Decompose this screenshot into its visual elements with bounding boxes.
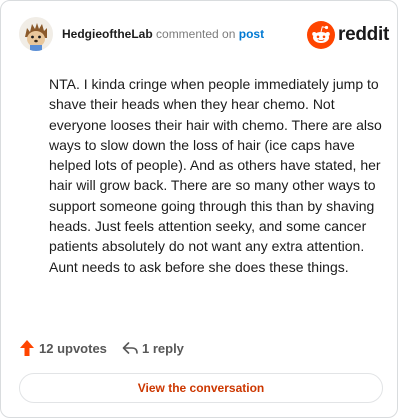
reddit-brand[interactable]: reddit xyxy=(307,21,389,49)
comment-actions: 12 upvotes 1 reply xyxy=(19,337,379,359)
comment-meta: HedgieoftheLab commented on post xyxy=(62,27,264,41)
comment-card: HedgieoftheLab commented on post reddit … xyxy=(0,0,398,418)
hedgehog-avatar-icon xyxy=(19,17,53,51)
upvotes-count: 12 upvotes xyxy=(39,341,107,356)
comment-body: NTA. I kinda cringe when people immediat… xyxy=(49,76,382,275)
reply-arrow-icon xyxy=(122,342,138,354)
username-link[interactable]: HedgieoftheLab xyxy=(62,27,153,41)
replies-count: 1 reply xyxy=(142,341,184,356)
commented-on-text: commented on xyxy=(156,27,236,41)
reddit-logo-icon xyxy=(307,21,335,49)
reddit-wordmark: reddit xyxy=(338,24,389,45)
upvote-arrow-icon xyxy=(20,340,34,356)
comment-header: HedgieoftheLab commented on post reddit xyxy=(19,17,389,53)
user-avatar[interactable] xyxy=(19,17,53,51)
view-conversation-button[interactable]: View the conversation xyxy=(19,373,383,403)
post-link[interactable]: post xyxy=(239,27,264,41)
